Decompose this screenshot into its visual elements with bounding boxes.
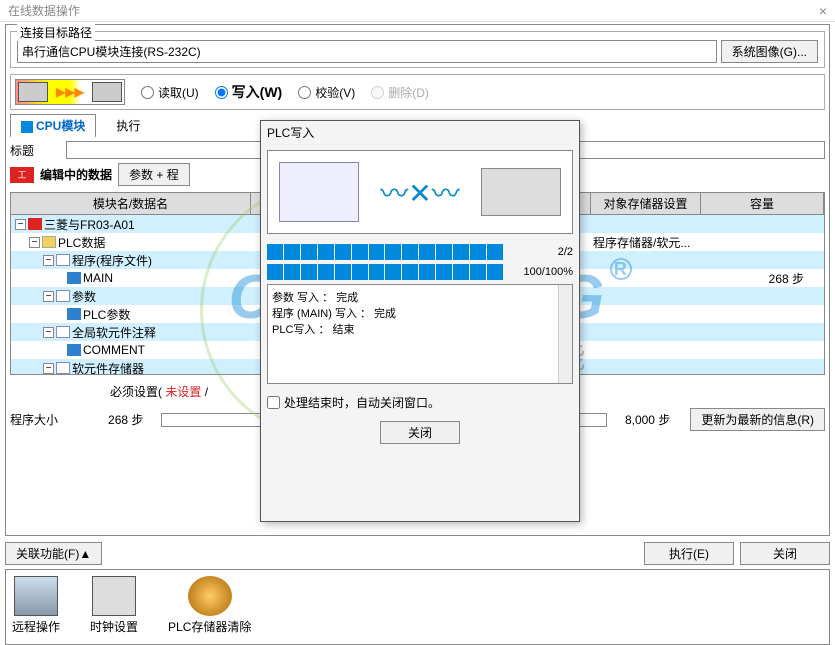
not-set-text: 未设置 xyxy=(165,385,201,399)
tree-size: 268 步 xyxy=(701,270,824,287)
dialog-title: PLC写入 xyxy=(261,121,579,144)
comment-icon xyxy=(67,344,81,356)
tree-program[interactable]: 程序(程序文件) xyxy=(72,252,152,269)
title-bar: 在线数据操作 × xyxy=(0,0,835,22)
remote-operation-button[interactable]: 远程操作 xyxy=(12,576,60,638)
radio-delete: 删除(D) xyxy=(371,84,429,101)
clock-settings-button[interactable]: 时钟设置 xyxy=(90,576,138,638)
expander-icon[interactable]: − xyxy=(29,237,40,248)
execute-button[interactable]: 执行(E) xyxy=(644,542,734,565)
file-icon xyxy=(56,326,70,338)
th-mem: 对象存储器设置 xyxy=(591,193,701,214)
clock-icon xyxy=(92,576,136,616)
tab-cpu-module[interactable]: CPU模块 xyxy=(10,114,96,138)
close-button[interactable]: 关闭 xyxy=(740,542,830,565)
param-prog-button[interactable]: 参数 + 程 xyxy=(118,163,190,186)
th-cap: 容量 xyxy=(701,193,824,214)
tree-param[interactable]: 参数 xyxy=(72,288,96,305)
radio-verify[interactable]: 校验(V) xyxy=(298,84,355,101)
log-line: 参数 写入 ： 完成 xyxy=(272,289,568,305)
editing-icon: 工 xyxy=(10,167,34,183)
refresh-button[interactable]: 更新为最新的信息(R) xyxy=(690,408,825,431)
progress-2-text: 100/100% xyxy=(511,266,573,278)
tree-project[interactable]: 三菱与FR03-A01 xyxy=(44,216,135,233)
prog-size-val: 268 步 xyxy=(108,411,143,428)
tree-plcdata[interactable]: PLC数据 xyxy=(58,234,105,251)
folder-icon xyxy=(42,236,56,248)
remote-icon xyxy=(14,576,58,616)
plc-write-dialog: PLC写入 〰✕〰 2/2 100/100% 参数 写入 ： 完成 程序 (MA… xyxy=(260,120,580,522)
footer-row: 关联功能(F)▲ 执行(E) 关闭 xyxy=(0,538,835,569)
plc-image xyxy=(481,168,561,216)
expander-icon[interactable]: − xyxy=(43,363,54,374)
system-image-button[interactable]: 系统图像(G)... xyxy=(721,40,818,63)
editing-label: 编辑中的数据 xyxy=(40,166,112,183)
title-label: 标题 xyxy=(10,142,60,159)
auto-close-checkbox[interactable]: 处理结束时，自动关闭窗口。 xyxy=(267,394,573,411)
path-group: 连接目标路径 串行通信CPU模块连接(RS-232C) 系统图像(G)... xyxy=(10,31,825,68)
radio-write[interactable]: 写入(W) xyxy=(215,82,283,102)
prog-size-label: 程序大小 xyxy=(10,411,58,428)
module-icon xyxy=(21,121,33,133)
related-func-button[interactable]: 关联功能(F)▲ xyxy=(5,542,102,565)
file-icon xyxy=(56,254,70,266)
window-title: 在线数据操作 xyxy=(8,2,80,19)
tree-comment-grp[interactable]: 全局软元件注释 xyxy=(72,324,156,341)
tree-devmem[interactable]: 软元件存储器 xyxy=(72,360,144,376)
mem-setting[interactable]: 程序存储器/软元... xyxy=(591,234,701,251)
expander-icon[interactable]: − xyxy=(43,291,54,302)
pc-to-plc-icon: ▶▶▶ xyxy=(15,79,125,105)
wave-icon: 〰✕〰 xyxy=(380,172,459,212)
project-icon xyxy=(28,218,42,230)
exec-label: 执行 xyxy=(116,117,140,134)
tree-comment[interactable]: COMMENT xyxy=(83,343,145,357)
plc-icon xyxy=(92,82,122,102)
log-box: 参数 写入 ： 完成 程序 (MAIN) 写入 ： 完成 PLC写入 ： 结束 xyxy=(267,284,573,384)
operation-toolbar: ▶▶▶ 读取(U) 写入(W) 校验(V) 删除(D) xyxy=(10,74,825,110)
progress-1: 2/2 xyxy=(267,244,573,260)
th-name: 模块名/数据名 xyxy=(11,193,251,214)
main-icon xyxy=(67,272,81,284)
dialog-close-button[interactable]: 关闭 xyxy=(380,421,460,444)
progress-2: 100/100% xyxy=(267,264,573,280)
plc-memory-clear-button[interactable]: PLC存储器清除 xyxy=(168,576,251,638)
file-icon xyxy=(56,290,70,302)
expander-icon[interactable]: − xyxy=(43,327,54,338)
param-icon xyxy=(67,308,81,320)
tree-main[interactable]: MAIN xyxy=(83,271,113,285)
icon-toolbar: 远程操作 时钟设置 PLC存储器清除 xyxy=(5,569,830,645)
path-group-label: 连接目标路径 xyxy=(17,24,95,41)
scrollbar[interactable] xyxy=(558,285,572,383)
clear-icon xyxy=(188,576,232,616)
capacity: 8,000 步 xyxy=(625,411,670,428)
expander-icon[interactable]: − xyxy=(43,255,54,266)
log-line: PLC写入 ： 结束 xyxy=(272,321,568,337)
expander-icon[interactable]: − xyxy=(15,219,26,230)
file-icon xyxy=(56,362,70,374)
pc-icon xyxy=(18,82,48,102)
log-line: 程序 (MAIN) 写入 ： 完成 xyxy=(272,305,568,321)
radio-read[interactable]: 读取(U) xyxy=(141,84,199,101)
path-input[interactable]: 串行通信CPU模块连接(RS-232C) xyxy=(17,40,717,63)
pc-image xyxy=(279,162,359,222)
close-icon[interactable]: × xyxy=(819,3,827,19)
tree-plcparam[interactable]: PLC参数 xyxy=(83,306,130,323)
transfer-image: 〰✕〰 xyxy=(267,150,573,234)
progress-1-text: 2/2 xyxy=(511,246,573,258)
